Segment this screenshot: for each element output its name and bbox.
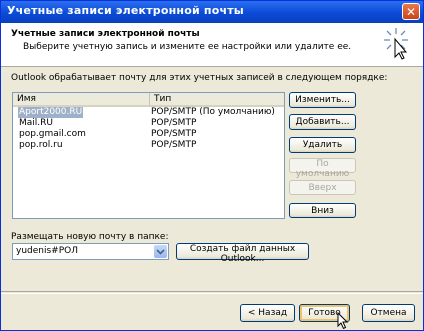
wizard-icon <box>384 28 408 60</box>
delivery-folder-select[interactable]: yudenis#РОЛ <box>12 243 169 260</box>
list-item[interactable]: pop.rol.ru POP/SMTP <box>13 140 284 151</box>
account-name: Aport2000.RU <box>18 107 84 118</box>
account-name: pop.rol.ru <box>19 140 63 150</box>
list-item[interactable]: Mail.RU POP/SMTP <box>13 118 284 129</box>
delivery-folder-value: yudenis#РОЛ <box>16 246 78 256</box>
header-subtitle: Выберите учетную запись и измените ее на… <box>23 42 352 52</box>
set-default-button[interactable]: По умолчанию <box>289 158 356 179</box>
column-header-name[interactable]: Имя <box>13 93 149 107</box>
cancel-button[interactable]: Отмена <box>362 304 415 322</box>
dropdown-button[interactable] <box>154 245 167 258</box>
footer-divider <box>1 291 423 294</box>
delete-button[interactable]: Удалить <box>289 137 356 153</box>
back-button[interactable]: < Назад <box>240 304 295 322</box>
chevron-down-icon <box>156 249 165 255</box>
accounts-list[interactable]: Имя Тип Aport2000.RU POP/SMTP (По умолча… <box>12 92 285 219</box>
account-name: pop.gmail.com <box>19 129 86 139</box>
move-down-button[interactable]: Вниз <box>289 203 356 218</box>
list-item[interactable]: pop.gmail.com POP/SMTP <box>13 129 284 140</box>
window-title: Учетные записи электронной почты <box>7 4 244 17</box>
list-item[interactable]: Aport2000.RU POP/SMTP (По умолчанию) <box>13 107 284 118</box>
mouse-cursor-icon <box>337 312 349 330</box>
title-bar[interactable]: Учетные записи электронной почты ✕ <box>1 1 423 23</box>
header-title: Учетные записи электронной почты <box>11 29 200 39</box>
delivery-label: Размещать новую почту в папке: <box>11 232 169 242</box>
move-up-button[interactable]: Вверх <box>289 180 356 195</box>
account-name: Mail.RU <box>19 118 53 128</box>
add-button[interactable]: Добавить... <box>289 114 356 130</box>
account-type: POP/SMTP <box>151 140 197 150</box>
group-label: Outlook обрабатывает почту для этих учет… <box>11 73 388 83</box>
wizard-header: Учетные записи электронной почты Выберит… <box>1 23 423 67</box>
account-type: POP/SMTP (По умолчанию) <box>151 107 275 117</box>
account-type: POP/SMTP <box>151 129 197 139</box>
dialog-window: Учетные записи электронной почты ✕ Учетн… <box>0 0 424 331</box>
close-button[interactable]: ✕ <box>402 3 420 20</box>
change-button[interactable]: Изменить... <box>289 92 356 108</box>
create-datafile-button[interactable]: Создать файл данных Outlook... <box>176 243 309 264</box>
account-type: POP/SMTP <box>151 118 197 128</box>
column-header-type[interactable]: Тип <box>149 93 284 107</box>
